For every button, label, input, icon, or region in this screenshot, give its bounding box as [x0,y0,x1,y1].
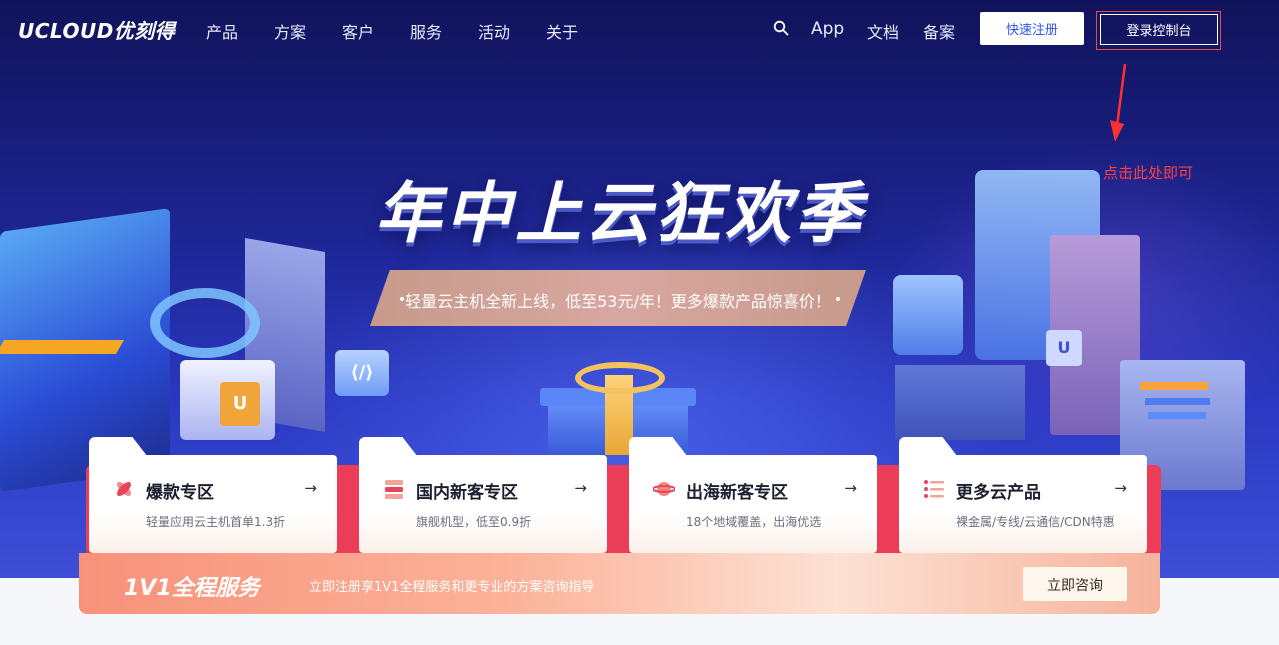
card-subtitle: 轻量应用云主机首单1.3折 [146,515,286,529]
annotation-text: 点击此处即可 [1103,164,1194,182]
arrow-right-icon[interactable]: → [574,479,587,497]
nav-item-events[interactable]: 活动 [478,19,510,43]
list-icon [924,480,944,498]
stack-icon [385,480,403,499]
cabinet-bar-illustration [1148,412,1206,419]
service-title: 1V1全程服务 [124,576,260,601]
u-logo-badge-left: U [220,382,260,426]
flower-icon [117,482,131,496]
service-description: 立即注册享1V1全程服务和更专业的方案咨询指导 [309,580,595,595]
nav-item-customers[interactable]: 客户 [342,19,374,43]
one-on-one-service-strip: 1V1全程服务 立即注册享1V1全程服务和更专业的方案咨询指导 立即咨询 [79,553,1160,614]
top-navigation: UCLOUD优刻得 产品 方案 客户 服务 活动 关于 App 文档 备案 快速… [0,0,1279,58]
nav-item-about[interactable]: 关于 [546,19,578,43]
planet-icon [653,482,675,496]
orange-beam-illustration [0,340,125,354]
card-title: 爆款专区 [146,483,214,503]
arrow-right-icon[interactable]: → [1114,479,1127,497]
arrow-right-icon[interactable]: → [844,479,857,497]
consult-now-button[interactable]: 立即咨询 [1023,567,1127,601]
gift-bow-illustration [575,362,665,394]
quick-register-button[interactable]: 快速注册 [980,12,1084,45]
nav-item-app[interactable]: App [811,19,844,39]
cabinet-bar-illustration [1145,398,1210,405]
card-title: 更多云产品 [956,483,1041,503]
cloud-ring-illustration [150,288,260,358]
nav-item-docs[interactable]: 文档 [867,19,899,43]
ucloud-logo[interactable]: UCLOUD优刻得 [18,15,175,44]
card-domestic-new-customer[interactable]: 国内新客专区 → 旗舰机型，低至0.9折 [359,455,607,553]
nav-item-filing[interactable]: 备案 [923,19,955,43]
arrow-right-icon[interactable]: → [304,479,317,497]
promo-banner: 轻量云主机全新上线，低至53元/年！更多爆款产品惊喜价！ [370,270,866,326]
card-title: 出海新客专区 [686,483,788,503]
card-hot-deals[interactable]: 爆款专区 → 轻量应用云主机首单1.3折 [89,455,337,553]
promo-text: 轻量云主机全新上线，低至53元/年！更多爆款产品惊喜价！ [405,292,831,311]
card-subtitle: 裸金属/专线/云通信/CDN特惠 [956,515,1115,529]
hero-headline: 年中上云狂欢季 [375,175,865,252]
nav-item-products[interactable]: 产品 [206,19,238,43]
login-console-button[interactable]: 登录控制台 [1100,14,1218,45]
u-logo-badge-right: U [1046,330,1082,366]
card-subtitle: 18个地域覆盖，出海优选 [686,515,822,529]
annotation-arrow-icon [1110,63,1127,142]
card-subtitle: 旗舰机型，低至0.9折 [416,515,532,529]
nav-item-services[interactable]: 服务 [410,19,442,43]
glass-cube-right-illustration [893,275,963,355]
search-icon[interactable] [773,20,789,36]
cabinet-bar-illustration [1140,382,1208,390]
card-title: 国内新客专区 [416,483,518,503]
code-cube-illustration: ⟨/⟩ [335,350,389,396]
panel-right-illustration [895,365,1025,440]
nav-item-solutions[interactable]: 方案 [274,19,306,43]
card-overseas-new-customer[interactable]: 出海新客专区 → 18个地域覆盖，出海优选 [629,455,877,553]
card-more-products[interactable]: 更多云产品 → 裸金属/专线/云通信/CDN特惠 [899,455,1147,553]
promo-dot-right [836,297,840,301]
